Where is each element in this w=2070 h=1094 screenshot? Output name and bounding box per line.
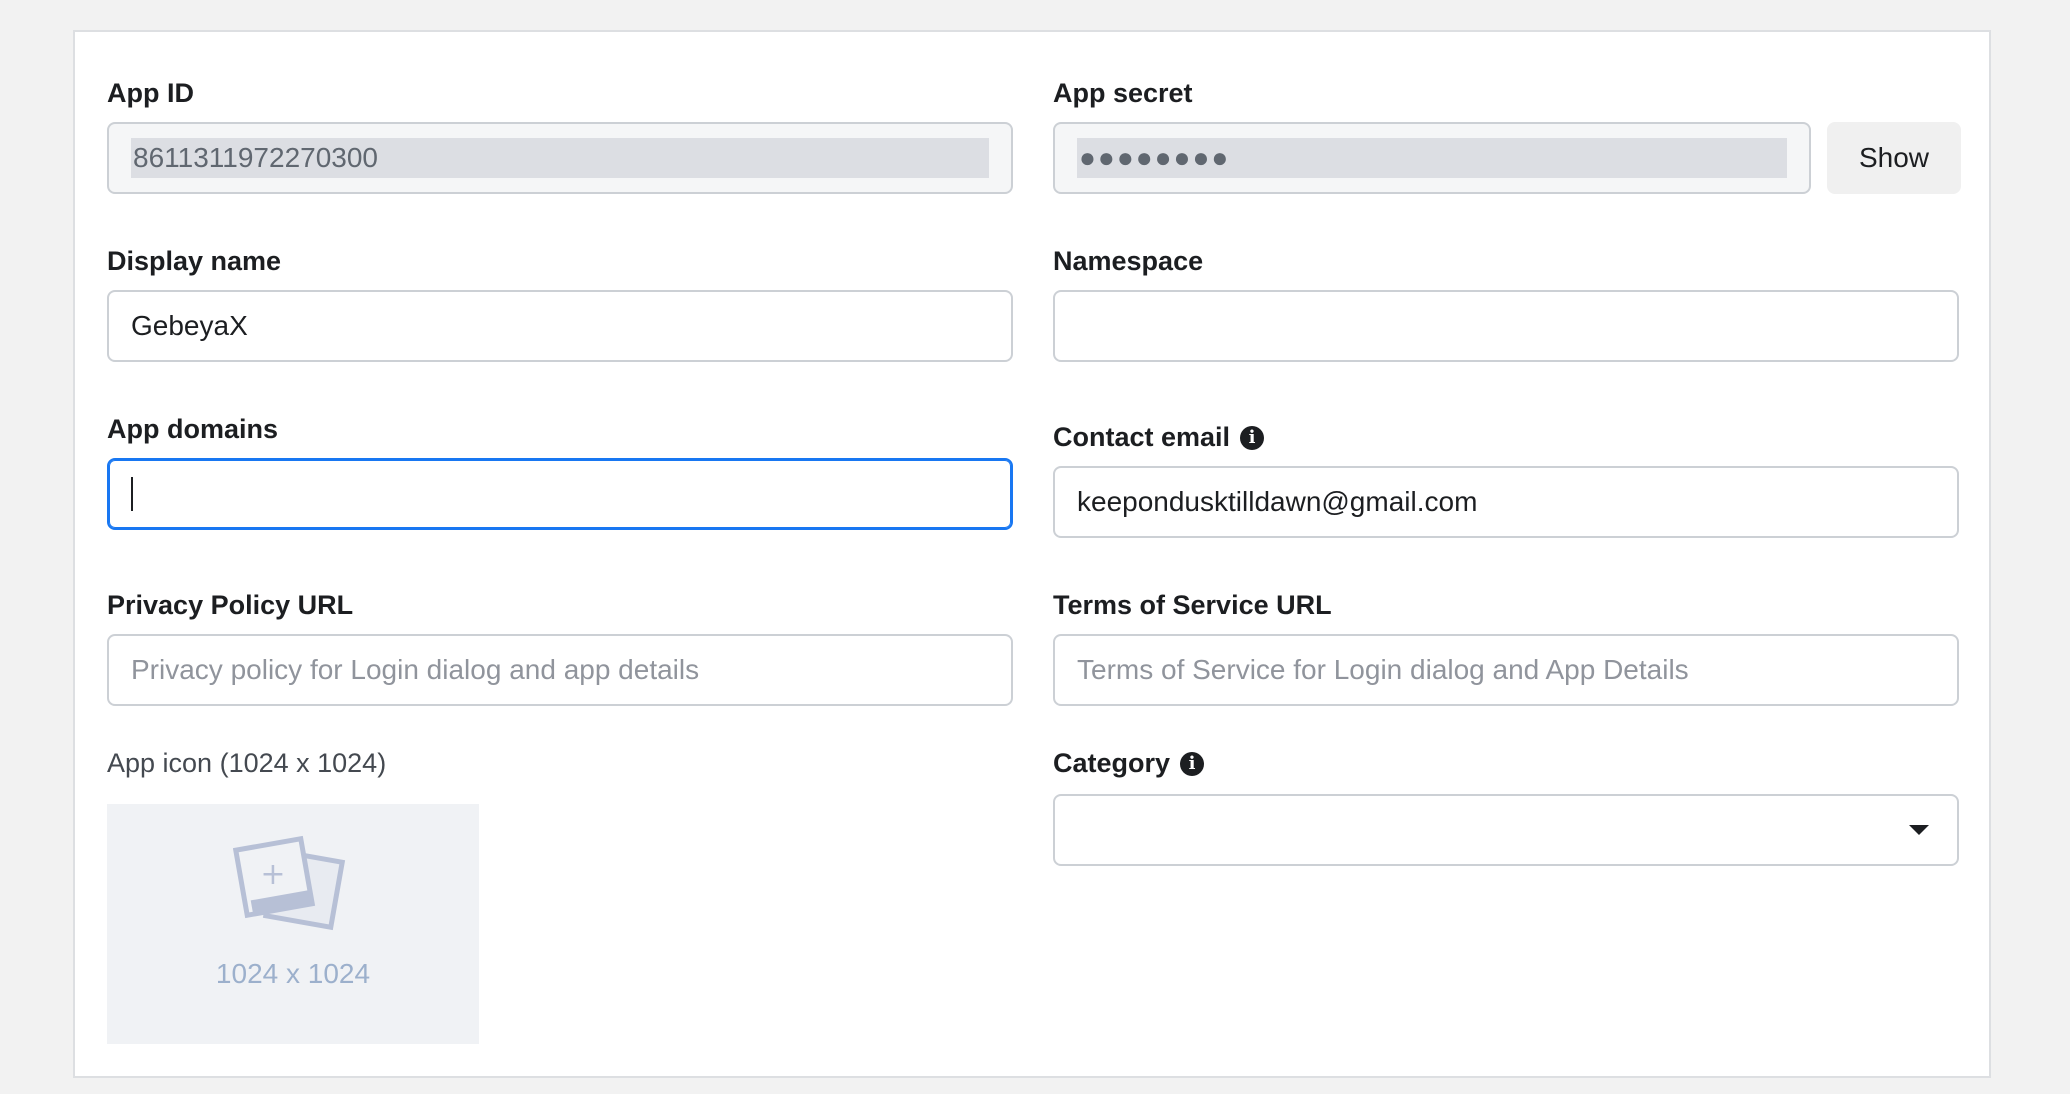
app-icon-label: App icon (1024 x 1024) [107,748,387,778]
namespace-input[interactable] [1053,290,1959,362]
text-caret [131,477,133,511]
contact-email-input[interactable]: keepondusktilldawn@gmail.com [1053,466,1959,538]
chevron-down-icon [1909,825,1929,835]
app-secret-value: ●●●●●●●● [1077,138,1787,178]
app-secret-label: App secret [1053,78,1193,108]
display-name-label: Display name [107,246,282,276]
app-secret-field[interactable]: ●●●●●●●● [1053,122,1811,194]
namespace-label: Namespace [1053,246,1204,276]
category-label-row: Category i [1053,748,1205,779]
app-domains-label: App domains [107,414,279,444]
terms-of-service-label: Terms of Service URL [1053,590,1332,620]
app-settings-panel: App ID 8611311972270300 App secret ●●●●●… [73,30,1991,1078]
app-id-label: App ID [107,78,194,108]
info-icon[interactable]: i [1240,425,1265,450]
contact-email-label: Contact email [1053,422,1231,452]
contact-email-value: keepondusktilldawn@gmail.com [1077,486,1478,517]
info-icon[interactable]: i [1180,751,1205,776]
terms-of-service-input[interactable]: Terms of Service for Login dialog and Ap… [1053,634,1959,706]
app-id-field[interactable]: 8611311972270300 [107,122,1013,194]
display-name-value: GebeyaX [131,310,248,341]
show-secret-button[interactable]: Show [1827,122,1961,194]
app-icon-size-text: 1024 x 1024 [215,958,371,989]
display-name-input[interactable]: GebeyaX [107,290,1013,362]
svg-text:+: + [260,857,285,892]
category-label: Category [1053,748,1171,778]
add-photo-icon: + [233,835,346,931]
app-icon-upload[interactable]: + 1024 x 1024 [107,804,479,1044]
contact-email-label-row: Contact email i [1053,422,1265,453]
category-select[interactable] [1053,794,1959,866]
privacy-policy-input[interactable]: Privacy policy for Login dialog and app … [107,634,1013,706]
privacy-policy-label: Privacy Policy URL [107,590,354,620]
app-id-value: 8611311972270300 [131,138,989,178]
app-domains-input[interactable] [107,458,1013,530]
terms-of-service-placeholder: Terms of Service for Login dialog and Ap… [1077,654,1689,685]
privacy-policy-placeholder: Privacy policy for Login dialog and app … [131,654,700,685]
